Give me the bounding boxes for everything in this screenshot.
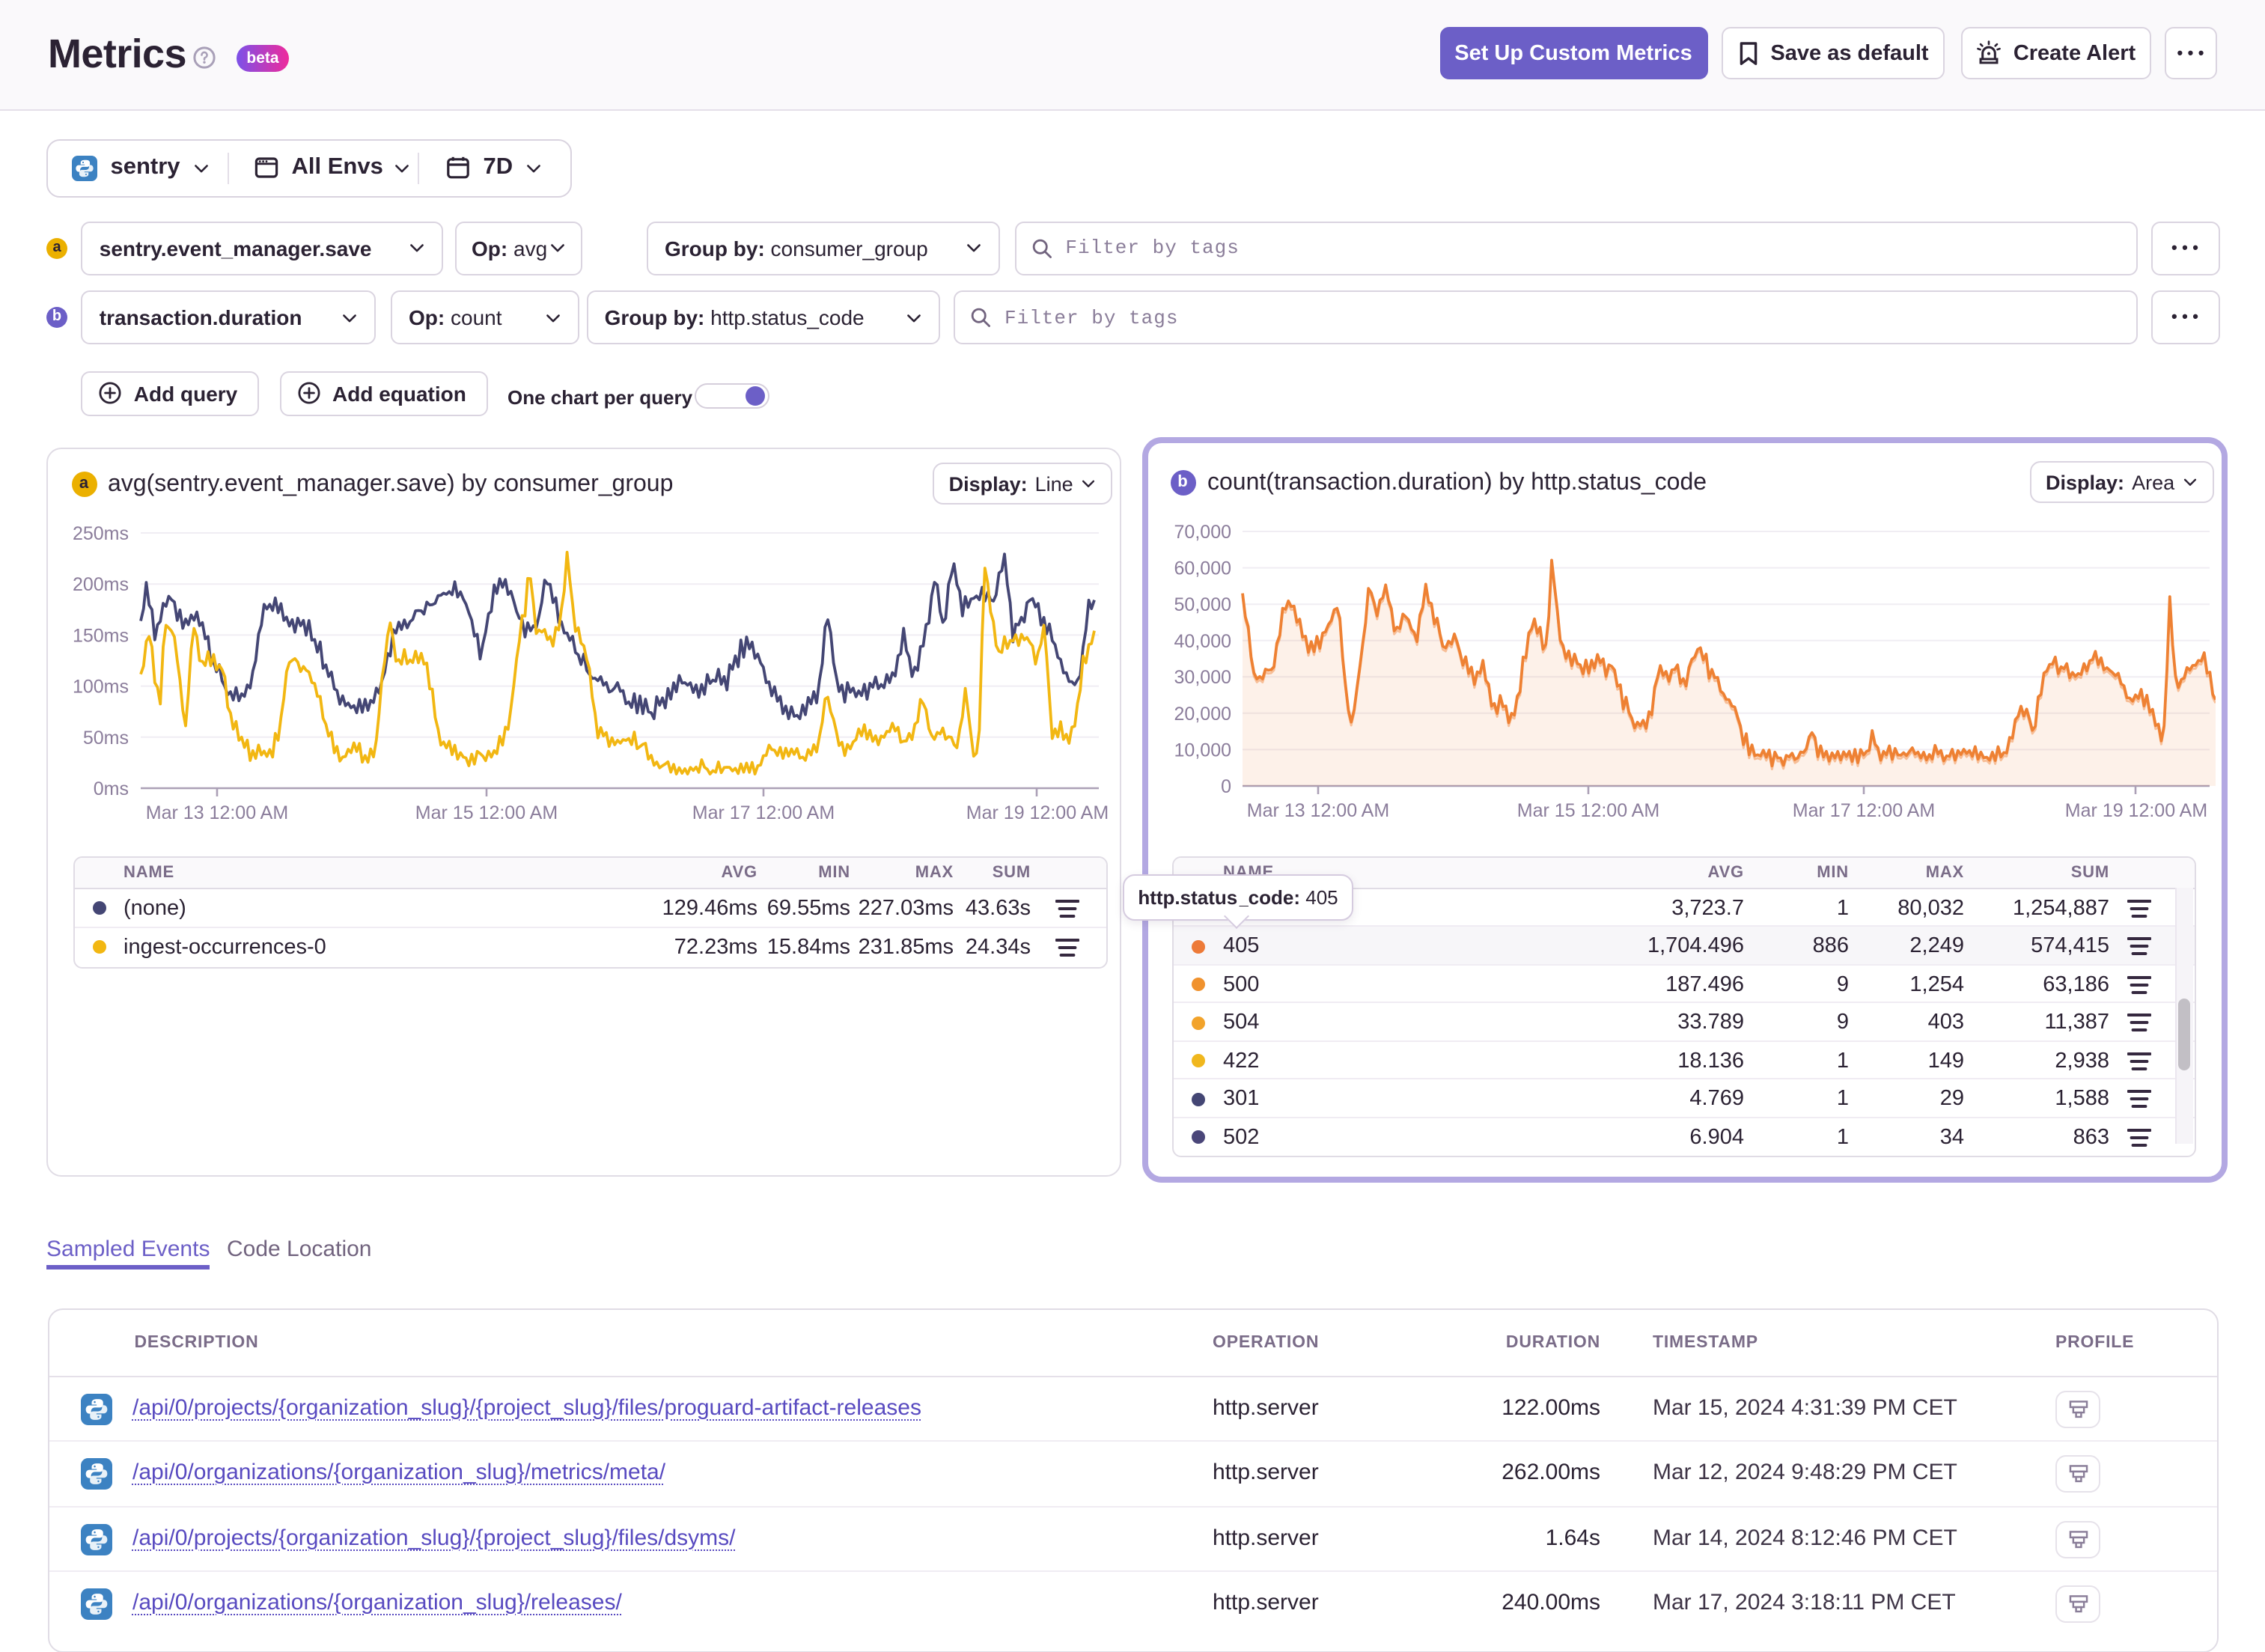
svg-text:0ms: 0ms [94, 778, 129, 799]
svg-text:Mar 15 12:00 AM: Mar 15 12:00 AM [415, 802, 558, 823]
svg-text:70,000: 70,000 [1174, 522, 1231, 543]
svg-text:50ms: 50ms [83, 727, 129, 748]
svg-text:250ms: 250ms [73, 522, 129, 543]
svg-text:50,000: 50,000 [1174, 594, 1231, 615]
svg-text:30,000: 30,000 [1174, 667, 1231, 688]
svg-text:100ms: 100ms [73, 676, 129, 697]
svg-text:Mar 13 12:00 AM: Mar 13 12:00 AM [1247, 800, 1389, 821]
svg-text:Mar 17 12:00 AM: Mar 17 12:00 AM [1793, 800, 1935, 821]
svg-text:0: 0 [1221, 776, 1231, 797]
svg-text:Mar 15 12:00 AM: Mar 15 12:00 AM [1517, 800, 1659, 821]
svg-text:20,000: 20,000 [1174, 704, 1231, 725]
svg-text:Mar 19 12:00 AM: Mar 19 12:00 AM [966, 802, 1109, 823]
svg-text:40,000: 40,000 [1174, 631, 1231, 652]
svg-text:200ms: 200ms [73, 573, 129, 594]
svg-text:Mar 19 12:00 AM: Mar 19 12:00 AM [2065, 800, 2207, 821]
svg-text:Mar 17 12:00 AM: Mar 17 12:00 AM [692, 802, 835, 823]
svg-text:10,000: 10,000 [1174, 740, 1231, 761]
svg-text:Mar 13 12:00 AM: Mar 13 12:00 AM [146, 802, 288, 823]
svg-text:60,000: 60,000 [1174, 558, 1231, 579]
svg-text:150ms: 150ms [73, 624, 129, 645]
